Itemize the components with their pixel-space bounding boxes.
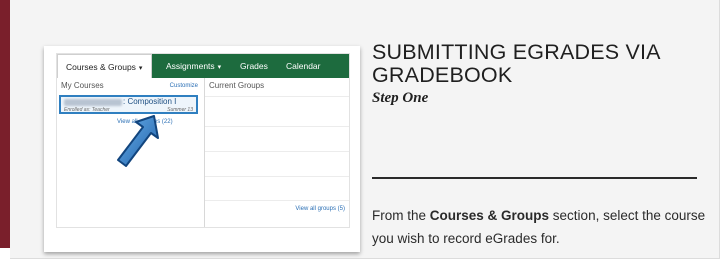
nav-calendar[interactable]: Calendar — [286, 54, 321, 78]
my-courses-title: My Courses — [61, 81, 104, 90]
left-accent-bar — [0, 0, 10, 248]
desc-prefix: From the — [372, 208, 430, 223]
groups-divider — [205, 126, 349, 127]
groups-divider — [205, 151, 349, 152]
course-enrolled-as: Enrolled as: Teacher — [64, 107, 110, 113]
chevron-down-icon: ▾ — [138, 65, 143, 72]
nav-assignments-label: Assignments — [166, 61, 215, 71]
groups-divider — [205, 96, 349, 97]
lms-screenshot: Courses & Groups ▾ Assignments ▾ Grades Ca… — [56, 53, 350, 228]
pointer-arrow-icon — [117, 115, 159, 167]
step-description: From the Courses & Groups section, selec… — [372, 204, 707, 250]
nav-courses-groups[interactable]: Courses & Groups ▾ — [57, 54, 152, 78]
blurred-course-code — [64, 99, 122, 106]
page-title: SUBMITTING EGRADES VIA GRADEBOOK — [372, 40, 660, 87]
nav-courses-groups-label: Courses & Groups — [66, 62, 136, 72]
desc-bold: Courses & Groups — [429, 208, 550, 223]
course-name: : Composition I — [123, 97, 177, 106]
current-groups-panel: Current Groups View all groups (5) — [205, 78, 349, 227]
step-label: Step One — [372, 90, 429, 106]
current-groups-title: Current Groups — [209, 81, 265, 90]
section-divider — [372, 177, 697, 179]
chevron-down-icon: ▾ — [217, 64, 222, 71]
groups-divider — [205, 176, 349, 177]
screenshot-card: Courses & Groups ▾ Assignments ▾ Grades Ca… — [44, 46, 360, 252]
groups-divider — [205, 200, 349, 201]
view-all-groups-link[interactable]: View all groups (5) — [295, 206, 345, 212]
customize-link[interactable]: Customize — [170, 83, 198, 89]
nav-assignments[interactable]: Assignments ▾ — [166, 54, 221, 78]
nav-grades[interactable]: Grades — [240, 54, 268, 78]
lms-navbar: Courses & Groups ▾ Assignments ▾ Grades Ca… — [57, 54, 349, 78]
